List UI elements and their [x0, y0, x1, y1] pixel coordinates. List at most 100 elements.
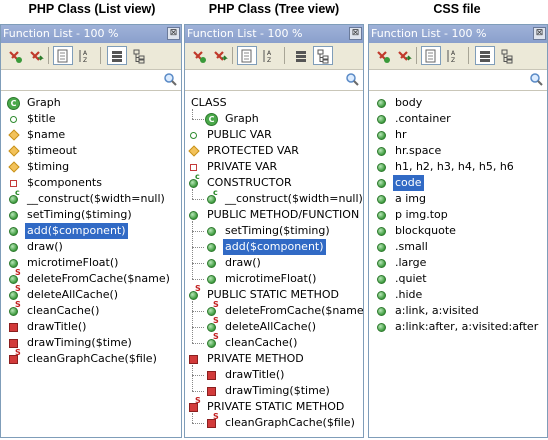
sort-unsorted-icon: [57, 49, 68, 62]
search-input[interactable]: [185, 70, 363, 91]
protected-var-icon: [7, 129, 20, 141]
public-method-icon: [205, 273, 217, 285]
item-label: cleanGraphCache($file): [27, 352, 157, 365]
tree-view-button[interactable]: [497, 46, 517, 65]
close-icon[interactable]: ⊠: [167, 27, 180, 40]
item-label: drawTiming($time): [225, 384, 330, 397]
magnifier-glyph: [164, 73, 177, 86]
add-function-button[interactable]: [189, 46, 209, 65]
function-list-panel-tree: Function List - 100 % ⊠ AZ CLASS C Graph PU…: [184, 24, 364, 438]
navigate-button[interactable]: [26, 46, 46, 65]
search-icon[interactable]: [529, 72, 543, 89]
item-label: deleteAllCache(): [225, 320, 317, 333]
css-file-heading: CSS file: [433, 2, 481, 16]
constructor-icon: c: [205, 189, 218, 205]
item-label: a img: [395, 192, 426, 205]
function-list-panel-css: Function List - 100 % ⊠ AZ body .containe…: [368, 24, 548, 438]
svg-text:Z: Z: [267, 57, 271, 64]
selector-icon: [375, 305, 387, 317]
selector-icon: [375, 97, 387, 109]
item-label: __construct($width=null): [27, 192, 165, 205]
sort-az-button[interactable]: AZ: [259, 46, 279, 65]
close-icon[interactable]: ⊠: [533, 27, 546, 40]
function-list-panel-list: Function List - 100 % ⊠ AZ C Graph $title $…: [0, 24, 182, 438]
list-view-button[interactable]: [107, 46, 127, 65]
item-label: PUBLIC VAR: [207, 128, 272, 141]
toolbar-separator: [232, 47, 233, 64]
sort-unsorted-button[interactable]: [237, 46, 257, 65]
item-label: .small: [395, 240, 428, 253]
item-label: deleteFromCache($name): [225, 304, 364, 317]
toolbar-separator: [48, 47, 49, 64]
sort-az-button[interactable]: AZ: [443, 46, 463, 65]
constructor-icon: c: [187, 173, 200, 189]
tree-connector: [192, 311, 204, 312]
constructor-icon: c: [7, 189, 20, 205]
sort-unsorted-button[interactable]: [421, 46, 441, 65]
search-input[interactable]: [369, 70, 547, 91]
magnifier-glyph: [530, 73, 543, 86]
item-label: deleteAllCache(): [27, 288, 119, 301]
tree-connector: [192, 263, 204, 264]
item-label: $name: [27, 128, 66, 141]
navigate-icon: [30, 50, 44, 61]
svg-text:A: A: [451, 50, 456, 57]
tree-view-button[interactable]: [129, 46, 149, 65]
tree-view-icon: [133, 49, 145, 63]
public-method-icon: [205, 257, 217, 269]
toolbar-separator: [100, 47, 101, 64]
close-icon[interactable]: ⊠: [349, 27, 362, 40]
panel-titlebar: Function List - 100 % ⊠: [1, 25, 181, 43]
add-function-button[interactable]: [5, 46, 25, 65]
item-label: $components: [27, 176, 102, 189]
list-view-icon: [480, 50, 490, 62]
private-method-icon: [187, 353, 199, 365]
search-icon[interactable]: [345, 72, 359, 89]
tree-connector: [192, 413, 193, 423]
tree-connector: [192, 189, 193, 199]
tree-connector: [192, 231, 204, 232]
toolbar-separator: [284, 47, 285, 64]
search-input[interactable]: [1, 70, 181, 91]
item-label: PROTECTED VAR: [207, 144, 299, 157]
class-icon: C: [205, 113, 218, 126]
panel-title: Function List - 100 %: [371, 27, 487, 40]
item-label: Graph: [225, 112, 259, 125]
private-static-method-icon: S: [187, 397, 201, 413]
item-label: .quiet: [395, 272, 427, 285]
item-label: drawTiming($time): [27, 336, 132, 349]
add-function-icon: [9, 50, 22, 63]
item-label: setTiming($timing): [27, 208, 132, 221]
svg-text:A: A: [267, 50, 272, 57]
svg-text:A: A: [83, 50, 88, 57]
item-label: microtimeFloat(): [27, 256, 119, 269]
list-view-icon: [296, 50, 306, 62]
sort-unsorted-button[interactable]: [53, 46, 73, 65]
selector-icon: [375, 241, 387, 253]
item-label: cleanGraphCache($file): [225, 416, 355, 429]
sort-az-icon: AZ: [447, 49, 456, 64]
search-icon[interactable]: [163, 72, 177, 89]
list-view-button[interactable]: [291, 46, 311, 65]
tree-view-button[interactable]: [313, 46, 333, 65]
selector-icon: [375, 129, 387, 141]
add-function-button[interactable]: [373, 46, 393, 65]
navigate-button[interactable]: [394, 46, 414, 65]
panel-title: Function List - 100 %: [3, 27, 119, 40]
list-view-button[interactable]: [475, 46, 495, 65]
protected-var-icon: [7, 145, 20, 157]
add-function-icon: [377, 50, 390, 63]
item-label: code: [393, 175, 424, 191]
tree-connector: [192, 247, 204, 248]
selector-icon: [375, 113, 387, 125]
tree-view-icon: [317, 49, 329, 63]
class-icon: C: [7, 97, 20, 110]
public-static-method-icon: S: [7, 301, 21, 317]
public-static-method-icon: S: [205, 333, 219, 349]
tree-view-heading: PHP Class (Tree view): [208, 2, 340, 16]
navigate-button[interactable]: [210, 46, 230, 65]
public-method-icon: [205, 225, 217, 237]
tree-view-icon: [501, 49, 513, 63]
selector-icon: [375, 209, 387, 221]
sort-az-button[interactable]: AZ: [75, 46, 95, 65]
